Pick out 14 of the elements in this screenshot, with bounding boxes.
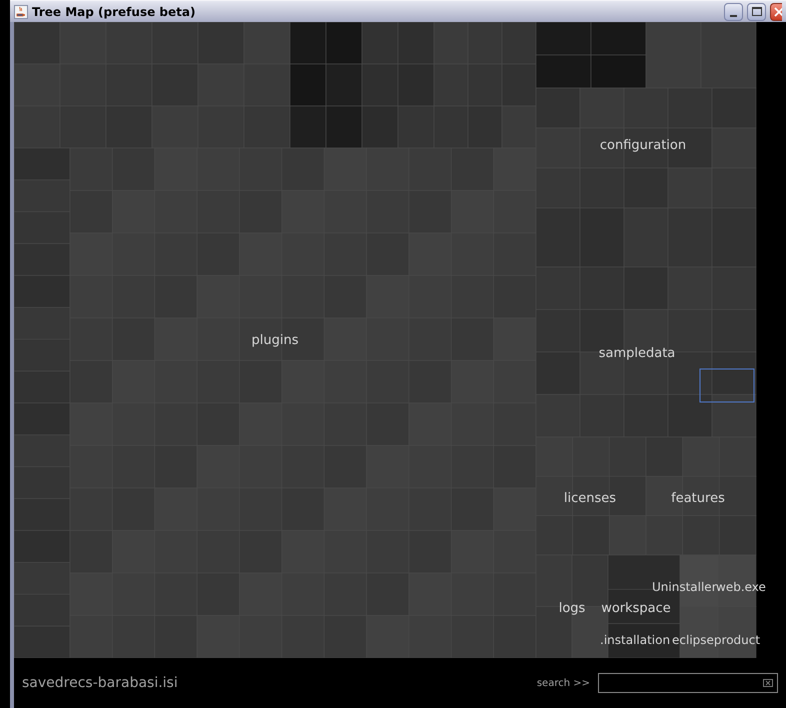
treemap-label: .installation bbox=[600, 633, 670, 647]
search-label: search >> bbox=[536, 676, 590, 690]
treemap-label: features bbox=[671, 491, 725, 506]
treemap-label: eclipseproduct bbox=[672, 633, 760, 647]
window-title: Tree Map (prefuse beta) bbox=[32, 4, 196, 20]
treemap-label: licenses bbox=[564, 491, 616, 506]
treemap-label: configuration bbox=[600, 138, 686, 153]
treemap-label: workspace bbox=[601, 601, 671, 616]
treemap-label: plugins bbox=[252, 333, 298, 348]
treemap-label: sampledata bbox=[598, 346, 676, 361]
treemap-label: logs bbox=[558, 601, 586, 616]
treemap-label: web.exe bbox=[716, 580, 766, 594]
file-name: savedrecs-barabasi.isi bbox=[22, 674, 178, 692]
treemap-label: Uninstaller bbox=[652, 580, 717, 594]
